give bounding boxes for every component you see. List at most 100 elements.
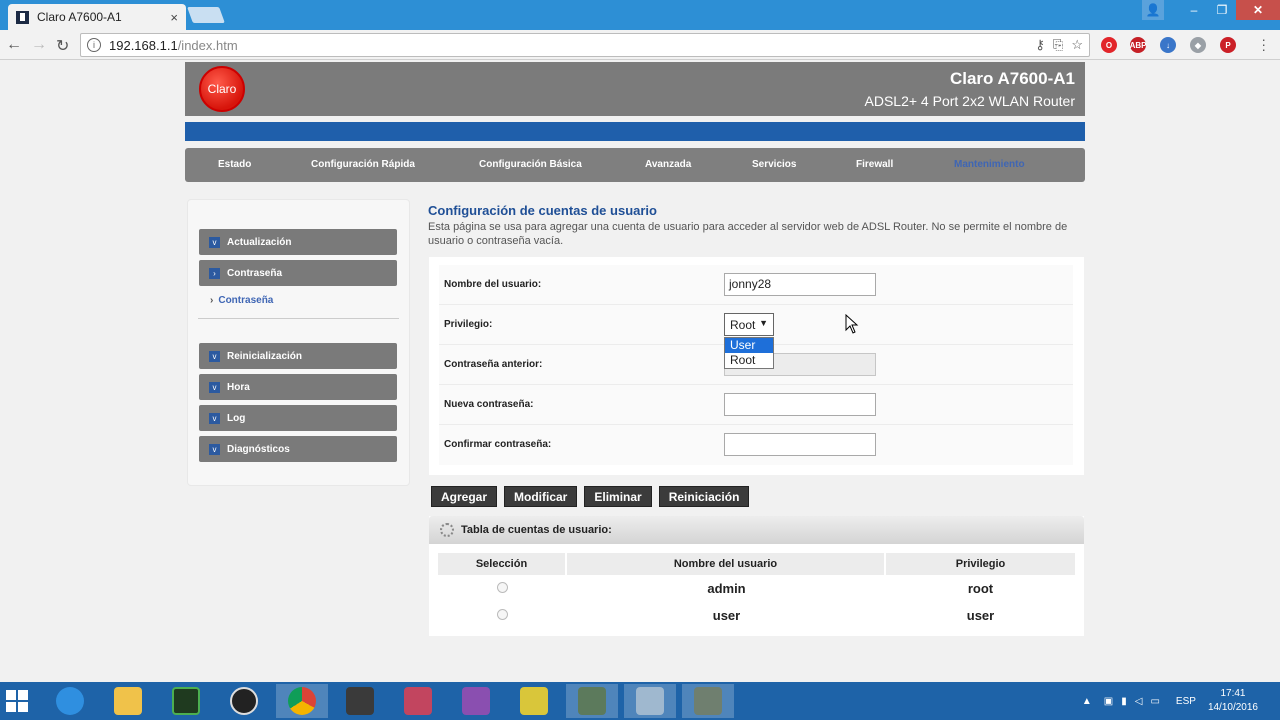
table-column-headers: Selección Nombre del usuario Privilegio bbox=[438, 553, 1075, 575]
taskbar-clock[interactable]: 17:41 14/10/2016 bbox=[1208, 687, 1258, 715]
modify-button[interactable]: Modificar bbox=[504, 486, 578, 507]
sidebar-subitem-label: Contraseña bbox=[218, 295, 274, 306]
row-privilege: user bbox=[966, 608, 995, 623]
sidebar-item-diagnosticos[interactable]: v Diagnósticos bbox=[199, 436, 397, 462]
adblock-extension-icon[interactable]: ABP bbox=[1130, 37, 1146, 53]
app-icon-purple[interactable] bbox=[450, 684, 502, 718]
sidebar-subitem-contrasena[interactable]: › Contraseña bbox=[210, 295, 273, 306]
file-explorer-icon[interactable] bbox=[102, 684, 154, 718]
new-password-label: Nueva contraseña: bbox=[444, 399, 534, 410]
key-icon[interactable]: ⚷ bbox=[1035, 37, 1045, 53]
tab-title: Claro A7600-A1 bbox=[37, 10, 122, 24]
add-button[interactable]: Agregar bbox=[431, 486, 498, 507]
forward-arrow-icon[interactable]: → bbox=[31, 36, 47, 54]
table-row: admin root bbox=[438, 575, 1075, 602]
chevron-right-icon: › bbox=[210, 295, 214, 306]
translate-icon[interactable]: ⎘ bbox=[1053, 37, 1063, 53]
app-icon-window-1[interactable] bbox=[566, 684, 618, 718]
row-select-radio[interactable] bbox=[497, 582, 508, 593]
row-username: user bbox=[712, 608, 741, 623]
power-icon[interactable]: ▮ bbox=[1121, 696, 1127, 707]
close-window-button[interactable]: ✕ bbox=[1236, 0, 1280, 20]
username-input[interactable]: jonny28 bbox=[724, 273, 876, 296]
mouse-cursor-icon bbox=[845, 314, 859, 334]
address-bar[interactable]: i 192.168.1.1/index.htm ⚷ ⎘ ☆ bbox=[80, 33, 1090, 57]
router-header: Claro Claro A7600-A1 ADSL2+ 4 Port 2x2 W… bbox=[185, 62, 1085, 116]
app-icon-green[interactable] bbox=[160, 684, 212, 718]
back-arrow-icon[interactable]: ← bbox=[6, 36, 22, 54]
opera-extension-icon[interactable]: O bbox=[1101, 37, 1117, 53]
confirm-password-input[interactable] bbox=[724, 433, 876, 456]
chevron-down-icon: v bbox=[209, 236, 220, 248]
tray-expand-icon[interactable]: ▲ bbox=[1082, 696, 1092, 707]
pinterest-extension-icon[interactable]: P bbox=[1220, 37, 1236, 53]
site-favicon-icon bbox=[16, 10, 29, 24]
restore-button[interactable]: ❐ bbox=[1208, 0, 1236, 20]
sidebar-item-label: Diagnósticos bbox=[227, 443, 290, 455]
chevron-down-icon: v bbox=[209, 443, 220, 455]
sidebar-item-actualizacion[interactable]: v Actualización bbox=[199, 229, 397, 255]
privilege-selected-value: Root bbox=[730, 318, 756, 332]
network-icon[interactable]: ▣ bbox=[1104, 696, 1113, 707]
browser-menu-icon[interactable]: · · · bbox=[1261, 32, 1266, 56]
sidebar-item-reinicializacion[interactable]: v Reinicialización bbox=[199, 343, 397, 369]
new-tab-button[interactable] bbox=[187, 7, 225, 23]
minimize-button[interactable]: – bbox=[1180, 0, 1208, 20]
nav-item-avanzada[interactable]: Avanzada bbox=[645, 159, 691, 170]
page-title: Configuración de cuentas de usuario bbox=[428, 203, 657, 218]
sidebar-item-contrasena[interactable]: › Contraseña bbox=[199, 260, 397, 286]
profile-icon[interactable]: 👤 bbox=[1142, 0, 1164, 20]
reset-button[interactable]: Reiniciación bbox=[658, 486, 750, 507]
tab-close-icon[interactable]: × bbox=[170, 10, 178, 25]
windows-start-icon[interactable] bbox=[6, 690, 28, 712]
window-controls: 👤 – ❐ ✕ bbox=[1142, 0, 1280, 20]
user-accounts-table-panel: Tabla de cuentas de usuario: Selección N… bbox=[429, 516, 1084, 636]
privilege-option-user[interactable]: User bbox=[725, 338, 773, 353]
puzzle-extension-icon[interactable]: ◆ bbox=[1190, 37, 1206, 53]
sidebar-item-label: Hora bbox=[227, 381, 250, 393]
delete-button[interactable]: Eliminar bbox=[584, 486, 652, 507]
download-extension-icon[interactable]: ↓ bbox=[1160, 37, 1176, 53]
old-password-label: Contraseña anterior: bbox=[444, 359, 543, 370]
nav-item-configuracion-rapida[interactable]: Configuración Rápida bbox=[311, 159, 415, 170]
bookmark-star-icon[interactable]: ☆ bbox=[1071, 37, 1083, 53]
logo-text: Claro bbox=[207, 82, 237, 96]
nav-item-firewall[interactable]: Firewall bbox=[856, 159, 893, 170]
sidebar-item-label: Contraseña bbox=[227, 267, 283, 279]
url-host: 192.168.1.1 bbox=[109, 37, 178, 53]
app-icon-yellow[interactable] bbox=[508, 684, 560, 718]
nav-item-mantenimiento[interactable]: Mantenimiento bbox=[954, 159, 1025, 170]
sidebar-item-label: Reinicialización bbox=[227, 350, 303, 362]
browser-tab[interactable]: Claro A7600-A1 × bbox=[8, 4, 186, 30]
row-username: admin bbox=[707, 581, 746, 596]
row-select-radio[interactable] bbox=[497, 609, 508, 620]
app-icon-window-2[interactable] bbox=[624, 684, 676, 718]
site-info-icon[interactable]: i bbox=[87, 38, 101, 52]
new-password-input[interactable] bbox=[724, 393, 876, 416]
language-indicator[interactable]: ESP bbox=[1176, 696, 1196, 707]
volume-icon[interactable]: ◁ bbox=[1135, 696, 1143, 707]
privilege-select[interactable]: Root ▼ bbox=[724, 313, 774, 336]
user-accounts-table: Selección Nombre del usuario Privilegio … bbox=[438, 553, 1075, 629]
sidebar-item-log[interactable]: v Log bbox=[199, 405, 397, 431]
app-icon-window-3[interactable] bbox=[682, 684, 734, 718]
reload-icon[interactable]: ↻ bbox=[56, 36, 69, 56]
username-label: Nombre del usuario: bbox=[444, 279, 542, 290]
action-center-icon[interactable]: ▭ bbox=[1150, 696, 1159, 707]
sidebar-item-label: Log bbox=[227, 412, 246, 424]
internet-explorer-icon[interactable] bbox=[44, 684, 96, 718]
system-tray: ▲ ▣ ▮ ◁ ▭ ESP 17:41 14/10/2016 bbox=[1082, 682, 1280, 720]
table-title: Tabla de cuentas de usuario: bbox=[461, 524, 612, 536]
browser-toolbar: ← → ↻ i 192.168.1.1/index.htm ⚷ ⎘ ☆ O AB… bbox=[0, 30, 1280, 60]
nav-item-configuracion-basica[interactable]: Configuración Básica bbox=[479, 159, 582, 170]
table-header-bar: Tabla de cuentas de usuario: bbox=[429, 516, 1084, 544]
privilege-option-root[interactable]: Root bbox=[725, 353, 773, 368]
sidebar-item-hora[interactable]: v Hora bbox=[199, 374, 397, 400]
app-icon-pink[interactable] bbox=[392, 684, 444, 718]
chevron-down-icon: v bbox=[209, 412, 220, 424]
chrome-icon[interactable] bbox=[276, 684, 328, 718]
nav-item-servicios[interactable]: Servicios bbox=[752, 159, 796, 170]
app-icon-skull[interactable] bbox=[218, 684, 270, 718]
world-of-tanks-icon[interactable] bbox=[334, 684, 386, 718]
nav-item-estado[interactable]: Estado bbox=[218, 159, 251, 170]
